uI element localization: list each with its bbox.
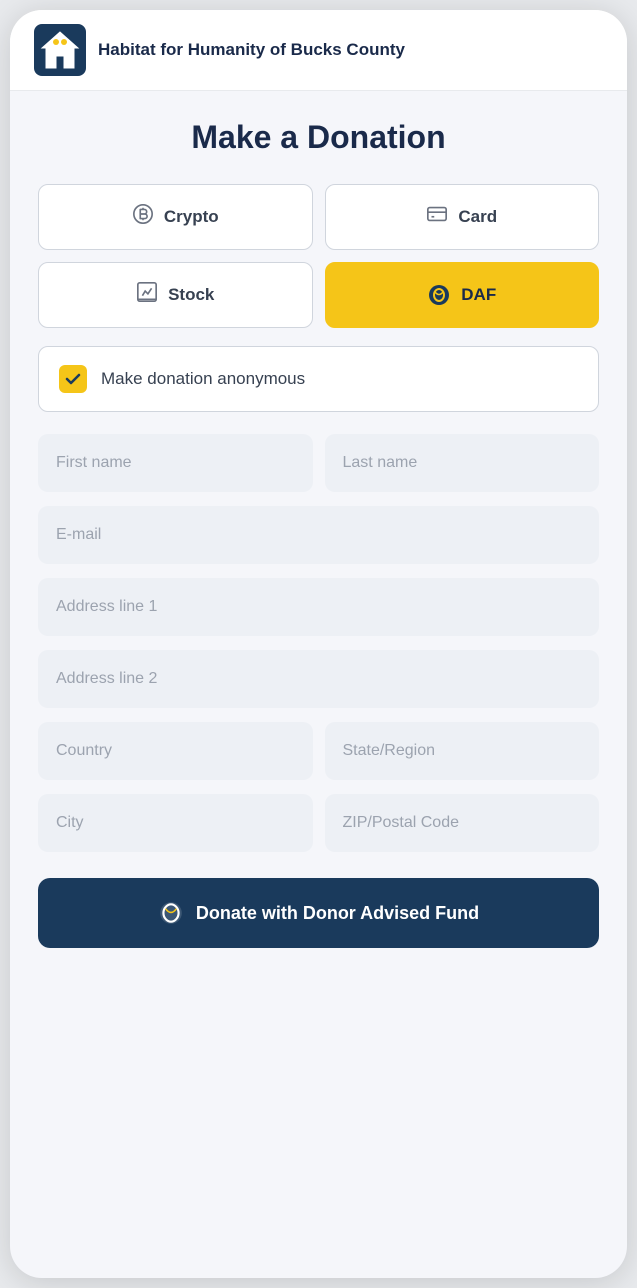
page-title: Make a Donation — [38, 119, 599, 156]
payment-card-button[interactable]: Card — [325, 184, 600, 250]
bitcoin-icon — [132, 203, 154, 231]
logo-icon — [34, 24, 86, 76]
checkbox-checked-icon — [59, 365, 87, 393]
main-content: Make a Donation Crypto — [10, 91, 627, 1278]
country-input[interactable] — [38, 722, 313, 780]
card-icon — [426, 203, 448, 231]
zip-input[interactable] — [325, 794, 600, 852]
payment-crypto-button[interactable]: Crypto — [38, 184, 313, 250]
header-title: Habitat for Humanity of Bucks County — [98, 40, 405, 60]
first-name-input[interactable] — [38, 434, 313, 492]
stock-icon — [136, 281, 158, 309]
state-input[interactable] — [325, 722, 600, 780]
phone-container: Habitat for Humanity of Bucks County Mak… — [10, 10, 627, 1278]
submit-label: Donate with Donor Advised Fund — [196, 903, 479, 924]
address1-input[interactable] — [38, 578, 599, 636]
country-state-row — [38, 722, 599, 780]
email-field-wrapper — [38, 506, 599, 564]
name-row — [38, 434, 599, 492]
submit-daf-icon — [158, 900, 184, 926]
crypto-label: Crypto — [164, 207, 219, 227]
payment-stock-button[interactable]: Stock — [38, 262, 313, 328]
address2-input[interactable] — [38, 650, 599, 708]
city-zip-row — [38, 794, 599, 852]
stock-label: Stock — [168, 285, 214, 305]
address1-field-wrapper — [38, 578, 599, 636]
last-name-input[interactable] — [325, 434, 600, 492]
logo — [34, 24, 86, 76]
payment-daf-button[interactable]: DAF — [325, 262, 600, 328]
anonymous-label: Make donation anonymous — [101, 369, 305, 389]
payment-type-grid: Crypto Card — [38, 184, 599, 328]
city-input[interactable] — [38, 794, 313, 852]
email-input[interactable] — [38, 506, 599, 564]
anonymous-checkbox-row[interactable]: Make donation anonymous — [38, 346, 599, 412]
header: Habitat for Humanity of Bucks County — [10, 10, 627, 91]
submit-button[interactable]: Donate with Donor Advised Fund — [38, 878, 599, 948]
card-label: Card — [458, 207, 497, 227]
daf-label: DAF — [461, 285, 496, 305]
address2-field-wrapper — [38, 650, 599, 708]
daf-icon — [427, 283, 451, 307]
